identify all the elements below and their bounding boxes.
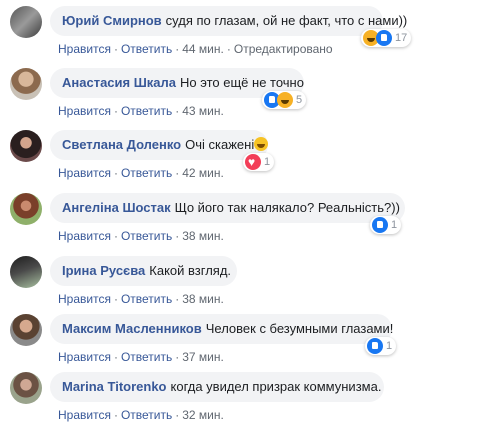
separator: · [175,229,180,243]
separator: · [175,166,180,180]
reactions-badge[interactable]: 1 [370,216,402,234]
reaction-count: 5 [296,94,303,106]
separator: · [226,42,231,56]
reaction-count: 1 [391,219,398,231]
comment-actions: Нравится · Ответить · 37 мин. [58,349,224,365]
comment-author[interactable]: Ангеліна Шостак [62,200,171,215]
like-icon [367,338,383,354]
like-button[interactable]: Нравится [58,408,111,422]
comment-author[interactable]: Юрий Смирнов [62,13,162,28]
separator: · [175,42,180,56]
comment-text: судя по глазам, ой не факт, что с нами)) [165,13,408,28]
separator: · [113,229,118,243]
like-button[interactable]: Нравится [58,292,111,306]
reply-button[interactable]: Ответить [121,292,172,306]
separator: · [175,350,180,364]
reaction-count: 1 [264,156,271,168]
comment-bubble: Светлана Доленко Очі скажені [50,130,269,160]
avatar[interactable] [10,6,42,38]
comment-time[interactable]: 43 мин. [182,104,224,118]
comment-text: когда увидел призрак коммунизма. [170,379,382,394]
comment-bubble: Ірина Русєва Какой взгляд. [50,256,237,286]
comment-actions: Нравится · Ответить · 42 мин. [58,165,224,181]
avatar[interactable] [10,130,42,162]
separator: · [175,292,180,306]
comment-bubble: Marina Titorenko когда увидел призрак ком… [50,372,384,402]
avatar[interactable] [10,256,42,288]
comment-time[interactable]: 37 мин. [182,350,224,364]
haha-icon [277,92,293,108]
comment-author[interactable]: Анастасия Шкала [62,75,176,90]
comment-bubble: Юрий Смирнов судя по глазам, ой не факт, … [50,6,407,36]
comment-text: Какой взгляд. [149,263,232,278]
comment-actions: Нравится · Ответить · 44 мин. · Отредактирован… [58,41,333,57]
reactions-badge[interactable]: 1 [243,153,275,171]
comment-text: Очі скажені [185,137,255,152]
comment-bubble: Максим Масленников Человек с безумными гл… [50,314,394,344]
comment-author[interactable]: Marina Titorenko [62,379,167,394]
edited-label[interactable]: Отредактировано [234,42,333,56]
comment-text: Но это ещё не точно [180,75,304,90]
reply-button[interactable]: Ответить [121,408,172,422]
comment-time[interactable]: 38 мин. [182,229,224,243]
separator: · [113,104,118,118]
separator: · [113,292,118,306]
like-button[interactable]: Нравится [58,166,111,180]
avatar[interactable] [10,372,42,404]
separator: · [113,408,118,422]
reply-button[interactable]: Ответить [121,42,172,56]
comment-time[interactable]: 44 мин. [182,42,224,56]
reaction-count: 1 [386,340,393,352]
like-icon [376,30,392,46]
comment-text: Що його так налякало? Реальність?)) [174,200,400,215]
comment-actions: Нравится · Ответить · 38 мин. [58,228,224,244]
reactions-badge[interactable]: 5 [262,91,307,109]
like-button[interactable]: Нравится [58,42,111,56]
separator: · [113,166,118,180]
comment-actions: Нравится · Ответить · 32 мин. [58,407,224,423]
separator: · [175,104,180,118]
comment-author[interactable]: Ірина Русєва [62,263,145,278]
avatar[interactable] [10,193,42,225]
reaction-count: 17 [395,32,408,44]
comment-bubble: Ангеліна Шостак Що його так налякало? Реа… [50,193,405,223]
reply-button[interactable]: Ответить [121,166,172,180]
like-button[interactable]: Нравится [58,104,111,118]
reply-button[interactable]: Ответить [121,229,172,243]
comment-author[interactable]: Светлана Доленко [62,137,181,152]
comment-actions: Нравится · Ответить · 38 мин. [58,291,224,307]
comment-author[interactable]: Максим Масленников [62,321,202,336]
separator: · [113,350,118,364]
reactions-badge[interactable]: 1 [365,337,397,355]
comment-time[interactable]: 32 мин. [182,408,224,422]
like-button[interactable]: Нравится [58,229,111,243]
like-button[interactable]: Нравится [58,350,111,364]
separator: · [113,42,118,56]
love-icon [245,153,261,171]
like-icon [372,217,388,233]
laughing-emoji-icon [254,137,269,151]
comment-time[interactable]: 42 мин. [182,166,224,180]
reactions-badge[interactable]: 17 [361,29,412,47]
reply-button[interactable]: Ответить [121,350,172,364]
comment-time[interactable]: 38 мин. [182,292,224,306]
reply-button[interactable]: Ответить [121,104,172,118]
avatar[interactable] [10,314,42,346]
separator: · [175,408,180,422]
comment-text: Человек с безумными глазами! [205,321,394,336]
avatar[interactable] [10,68,42,100]
comment-actions: Нравится · Ответить · 43 мин. [58,103,224,119]
